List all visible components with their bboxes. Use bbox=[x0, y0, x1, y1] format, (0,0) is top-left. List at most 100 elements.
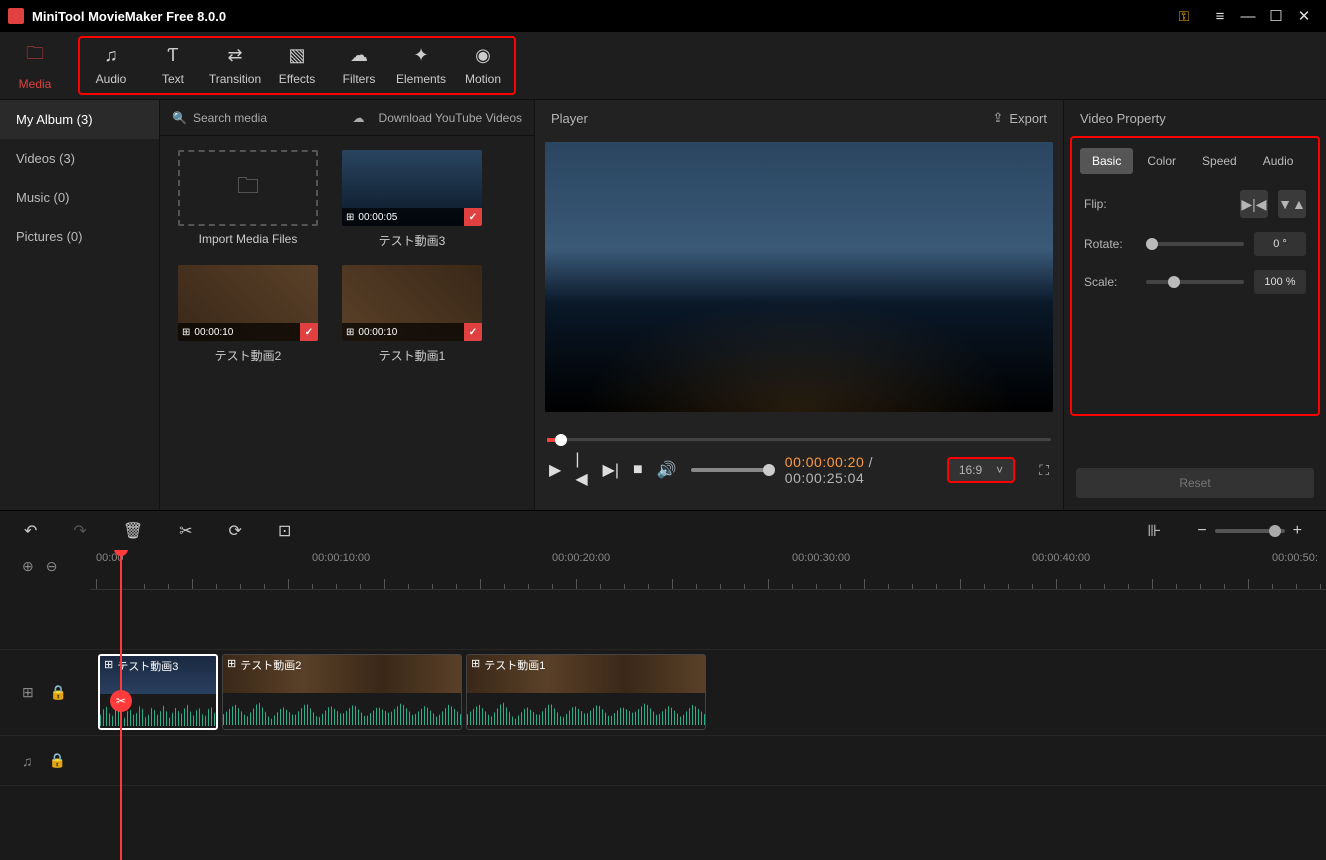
media-sidebar: My Album (3) Videos (3) Music (0) Pictur… bbox=[0, 100, 160, 510]
menu-icon[interactable]: ≡ bbox=[1206, 8, 1234, 25]
lock-icon[interactable]: 🔒 bbox=[49, 752, 66, 769]
track-add-remove: ⊕ ⊖ bbox=[22, 558, 57, 575]
flip-horizontal-button[interactable]: ▶|◀ bbox=[1240, 190, 1268, 218]
add-track-button[interactable]: ⊕ bbox=[22, 558, 34, 575]
zoom-out-button[interactable]: − bbox=[1197, 522, 1206, 540]
rotate-label: Rotate: bbox=[1084, 237, 1136, 251]
premium-key-icon[interactable]: ⚿ bbox=[1170, 8, 1198, 25]
prop-tab-color[interactable]: Color bbox=[1135, 148, 1188, 174]
undo-button[interactable]: ↶ bbox=[24, 521, 37, 541]
timeline-toolbar: ↶ ↷ 🗑 ✂ ⟳ ⊡ ⊪ − + bbox=[0, 510, 1326, 550]
overlay-track[interactable] bbox=[0, 590, 1326, 650]
remove-track-button[interactable]: ⊖ bbox=[46, 558, 58, 575]
scale-slider[interactable] bbox=[1146, 280, 1244, 284]
titlebar: MiniTool MovieMaker Free 8.0.0 ⚿ ≡ — ☐ ✕ bbox=[0, 0, 1326, 32]
seek-bar[interactable] bbox=[547, 430, 1051, 450]
media-item[interactable]: ⊞00:00:10✓ テスト動画2 bbox=[178, 265, 318, 364]
text-icon: Ƭ bbox=[168, 45, 179, 66]
tab-transition[interactable]: ⇄Transition bbox=[204, 38, 266, 93]
delete-button[interactable]: 🗑 bbox=[123, 521, 143, 541]
folder-icon: 🗀 bbox=[237, 169, 259, 207]
check-icon: ✓ bbox=[464, 208, 482, 226]
stop-button[interactable]: ■ bbox=[633, 461, 643, 479]
fullscreen-button[interactable]: ⛶ bbox=[1039, 462, 1049, 479]
download-youtube-link[interactable]: Download YouTube Videos bbox=[379, 111, 522, 125]
import-media-button[interactable]: 🗀 Import Media Files bbox=[178, 150, 318, 249]
lock-icon[interactable]: 🔒 bbox=[50, 684, 67, 701]
youtube-icon: ☁ bbox=[353, 111, 365, 125]
tab-elements[interactable]: ✦Elements bbox=[390, 38, 452, 93]
redo-button[interactable]: ↷ bbox=[73, 521, 86, 541]
audio-track-icon: ♫ bbox=[22, 753, 33, 769]
clip-icon: ⊞ bbox=[227, 657, 236, 670]
volume-slider[interactable] bbox=[691, 468, 771, 472]
app-title: MiniTool MovieMaker Free 8.0.0 bbox=[32, 9, 1170, 24]
video-preview[interactable] bbox=[545, 142, 1053, 412]
playhead[interactable]: ✂ bbox=[120, 550, 122, 860]
prop-tab-audio[interactable]: Audio bbox=[1251, 148, 1306, 174]
volume-icon[interactable]: 🔊 bbox=[657, 460, 677, 480]
tab-media[interactable]: 🗀Media bbox=[4, 32, 66, 99]
prop-tab-basic[interactable]: Basic bbox=[1080, 148, 1133, 174]
app-logo bbox=[8, 8, 24, 24]
rotate-slider[interactable] bbox=[1146, 242, 1244, 246]
scale-value[interactable]: 100 % bbox=[1254, 270, 1306, 294]
check-icon: ✓ bbox=[464, 323, 482, 341]
sidebar-item-music[interactable]: Music (0) bbox=[0, 178, 159, 217]
split-button[interactable]: ✂ bbox=[110, 690, 132, 712]
zoom-in-button[interactable]: + bbox=[1293, 522, 1302, 540]
video-icon: ⊞ bbox=[346, 327, 354, 338]
rotate-value[interactable]: 0 ° bbox=[1254, 232, 1306, 256]
maximize-button[interactable]: ☐ bbox=[1262, 7, 1290, 25]
folder-icon: 🗀 bbox=[26, 41, 44, 71]
tab-effects[interactable]: ▧Effects bbox=[266, 38, 328, 93]
timeline-clip[interactable]: ⊞テスト動画2 bbox=[222, 654, 462, 730]
flip-label: Flip: bbox=[1084, 197, 1136, 211]
time-display: 00:00:00:20 / 00:00:25:04 bbox=[785, 454, 923, 486]
tab-text[interactable]: ƬText bbox=[142, 38, 204, 93]
highlight-box-toolbar: ♫Audio ƬText ⇄Transition ▧Effects ☁Filte… bbox=[78, 36, 516, 95]
media-item[interactable]: ⊞00:00:05✓ テスト動画3 bbox=[342, 150, 482, 249]
cut-button[interactable]: ✂ bbox=[179, 521, 192, 541]
search-icon: 🔍 bbox=[172, 111, 187, 125]
play-button[interactable]: ▶ bbox=[549, 460, 561, 480]
prev-frame-button[interactable]: |◀ bbox=[575, 451, 588, 489]
sidebar-item-videos[interactable]: Videos (3) bbox=[0, 139, 159, 178]
minimize-button[interactable]: — bbox=[1234, 8, 1262, 25]
timeline: ⊕ ⊖ 00:00 00:00:10:00 00:00:20:00 00:00:… bbox=[0, 550, 1326, 860]
flip-vertical-button[interactable]: ▼▲ bbox=[1278, 190, 1306, 218]
export-button[interactable]: ⇪Export bbox=[993, 110, 1047, 126]
prop-tab-speed[interactable]: Speed bbox=[1190, 148, 1249, 174]
speed-button[interactable]: ⟳ bbox=[229, 521, 242, 541]
media-item[interactable]: ⊞00:00:10✓ テスト動画1 bbox=[342, 265, 482, 364]
timeline-clip[interactable]: ⊞テスト動画1 bbox=[466, 654, 706, 730]
zoom-control: − + bbox=[1197, 522, 1302, 540]
zoom-slider[interactable] bbox=[1215, 529, 1285, 533]
check-icon: ✓ bbox=[300, 323, 318, 341]
video-track[interactable]: ⊞🔒 ⊞テスト動画3 ⊞テスト動画2 ⊞テスト動画1 bbox=[0, 650, 1326, 736]
chevron-down-icon: ˅ bbox=[996, 463, 1003, 477]
next-frame-button[interactable]: ▶| bbox=[603, 460, 619, 480]
sidebar-item-pictures[interactable]: Pictures (0) bbox=[0, 217, 159, 256]
highlight-box-properties: Basic Color Speed Audio Flip: ▶|◀ ▼▲ Rot… bbox=[1070, 136, 1320, 416]
crop-button[interactable]: ⊡ bbox=[278, 521, 291, 541]
scale-label: Scale: bbox=[1084, 275, 1136, 289]
video-track-icon: ⊞ bbox=[22, 684, 34, 701]
search-input[interactable]: 🔍Search media bbox=[172, 111, 339, 125]
main-toolbar: 🗀Media ♫Audio ƬText ⇄Transition ▧Effects… bbox=[0, 32, 1326, 100]
time-ruler[interactable]: 00:00 00:00:10:00 00:00:20:00 00:00:30:0… bbox=[90, 550, 1326, 590]
properties-panel: Video Property Basic Color Speed Audio F… bbox=[1064, 100, 1326, 510]
tab-motion[interactable]: ◉Motion bbox=[452, 38, 514, 93]
media-toolbar: 🔍Search media ☁ Download YouTube Videos bbox=[160, 100, 534, 136]
clip-icon: ⊞ bbox=[104, 658, 113, 671]
close-button[interactable]: ✕ bbox=[1290, 7, 1318, 25]
aspect-ratio-select[interactable]: 16:9˅ bbox=[947, 457, 1015, 483]
tab-audio[interactable]: ♫Audio bbox=[80, 38, 142, 93]
sidebar-item-album[interactable]: My Album (3) bbox=[0, 100, 159, 139]
reset-button[interactable]: Reset bbox=[1076, 468, 1314, 498]
tab-filters[interactable]: ☁Filters bbox=[328, 38, 390, 93]
export-icon: ⇪ bbox=[993, 110, 1004, 126]
video-icon: ⊞ bbox=[182, 327, 190, 338]
audio-track[interactable]: ♫🔒 bbox=[0, 736, 1326, 786]
magnet-icon[interactable]: ⊪ bbox=[1147, 521, 1161, 541]
